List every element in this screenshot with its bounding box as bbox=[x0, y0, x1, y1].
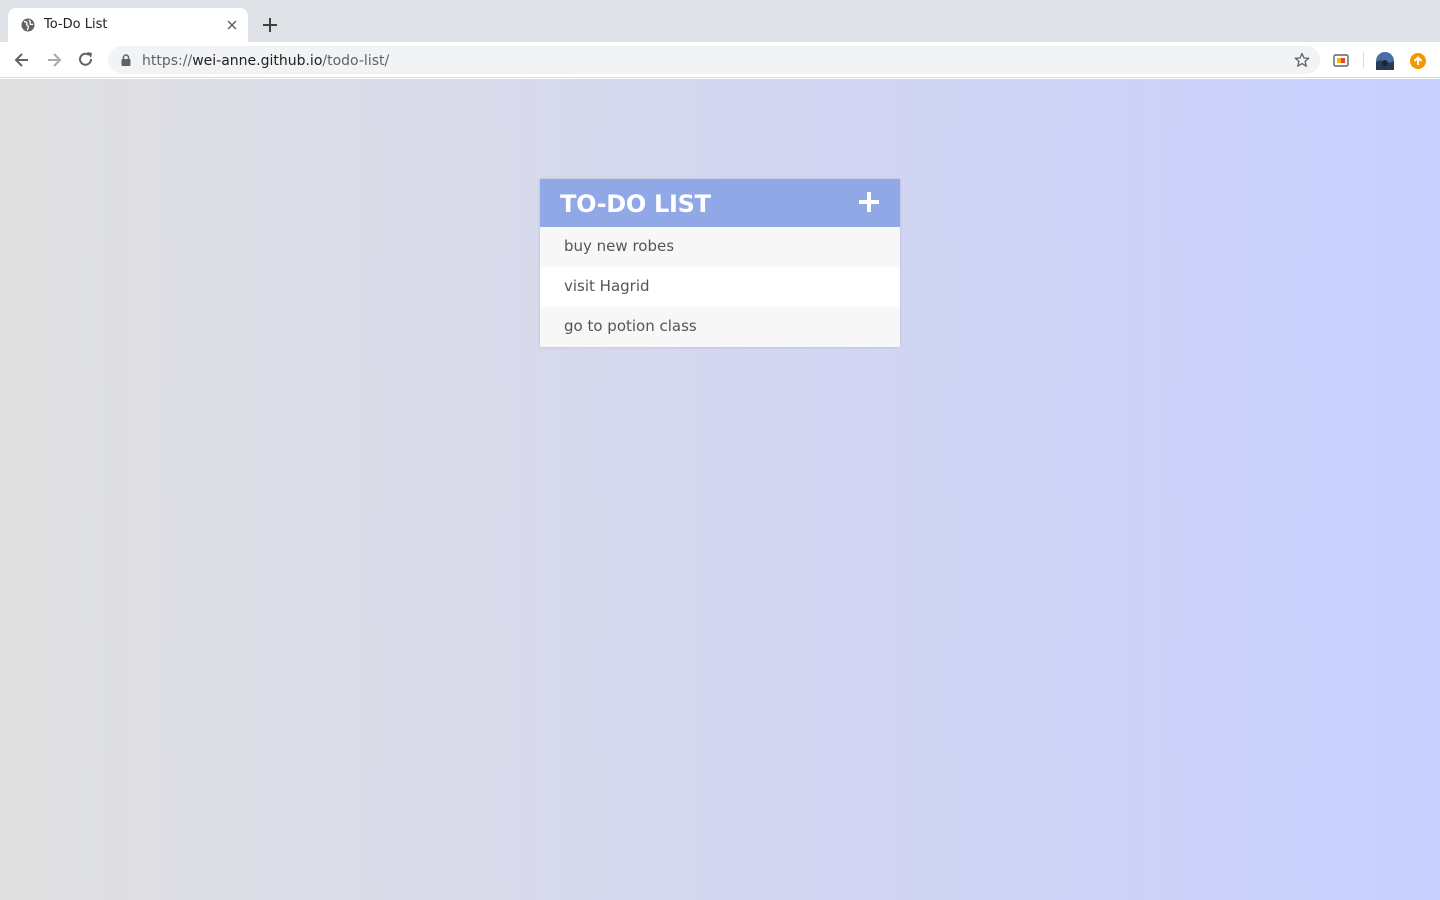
url-path: /todo-list/ bbox=[322, 53, 390, 69]
url-scheme: https:// bbox=[142, 53, 193, 69]
todo-title: TO-DO LIST bbox=[560, 190, 711, 218]
tab-strip: To-Do List bbox=[0, 0, 1440, 42]
todo-item[interactable]: visit Hagrid bbox=[540, 267, 900, 307]
todo-item-label: buy new robes bbox=[564, 237, 675, 255]
page-background: TO-DO LIST buy new robes visit Hagrid go… bbox=[0, 79, 1440, 900]
update-icon[interactable] bbox=[1409, 52, 1427, 70]
todo-item-label: visit Hagrid bbox=[564, 277, 650, 295]
globe-icon bbox=[21, 18, 35, 32]
profile-avatar[interactable] bbox=[1376, 52, 1394, 70]
url-text: https://wei-anne.github.io/todo-list/ bbox=[142, 53, 389, 69]
todo-item[interactable]: go to potion class bbox=[540, 307, 900, 347]
todo-card: TO-DO LIST buy new robes visit Hagrid go… bbox=[540, 179, 900, 347]
forward-icon[interactable] bbox=[44, 50, 64, 70]
plus-icon[interactable] bbox=[858, 191, 880, 213]
tab-title: To-Do List bbox=[44, 17, 108, 32]
browser-tab[interactable]: To-Do List bbox=[8, 8, 248, 42]
star-icon[interactable] bbox=[1294, 52, 1310, 68]
url-host: wei-anne.github.io bbox=[192, 53, 323, 69]
back-icon[interactable] bbox=[12, 50, 32, 70]
cast-icon[interactable] bbox=[1332, 52, 1350, 70]
new-tab-icon[interactable] bbox=[260, 15, 280, 35]
reload-icon[interactable] bbox=[76, 50, 96, 70]
todo-item[interactable]: buy new robes bbox=[540, 227, 900, 267]
close-icon[interactable] bbox=[224, 17, 240, 33]
address-bar[interactable]: https://wei-anne.github.io/todo-list/ bbox=[108, 46, 1320, 74]
browser-toolbar: https://wei-anne.github.io/todo-list/ bbox=[0, 42, 1440, 78]
lock-icon bbox=[121, 54, 131, 66]
toolbar-separator bbox=[1363, 52, 1364, 68]
todo-item-label: go to potion class bbox=[564, 317, 697, 335]
todo-header: TO-DO LIST bbox=[540, 179, 900, 227]
